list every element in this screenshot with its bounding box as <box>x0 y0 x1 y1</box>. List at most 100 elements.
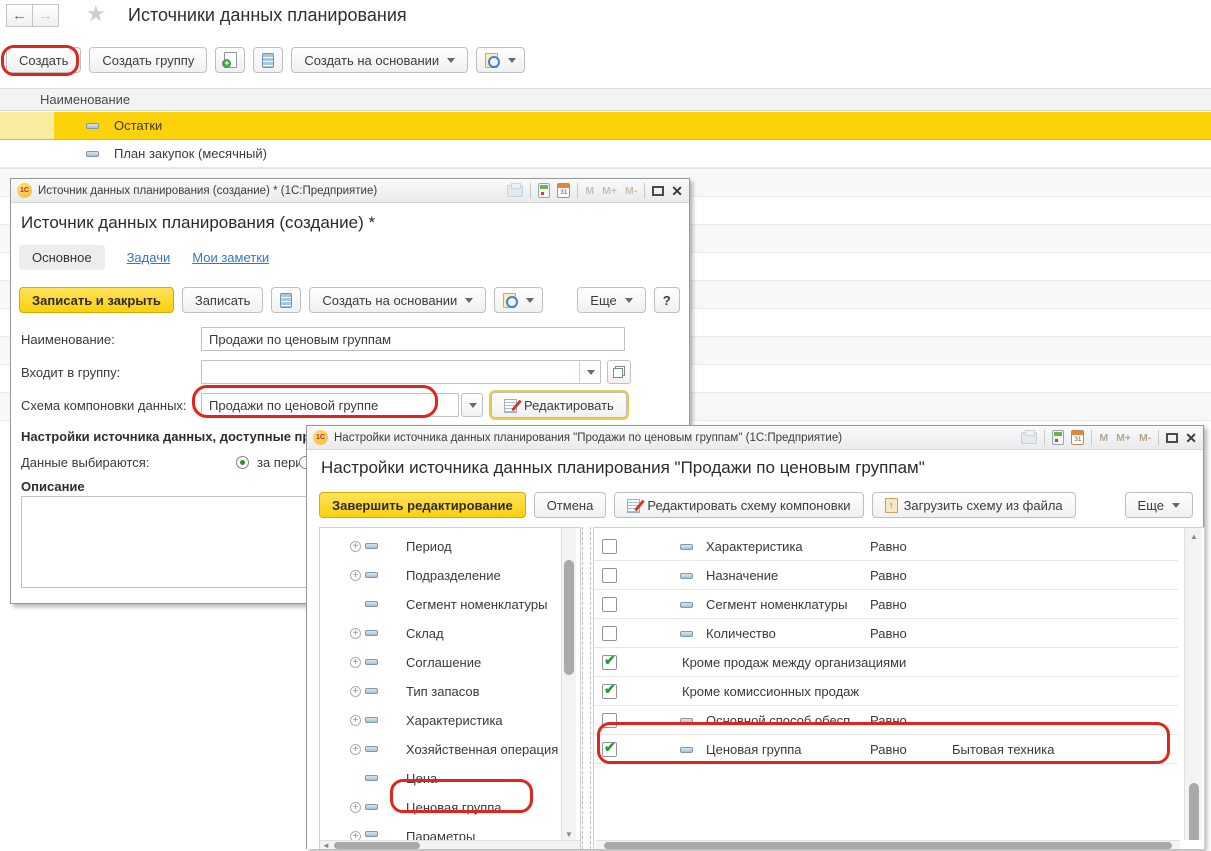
expand-plus-icon[interactable]: + <box>350 570 361 581</box>
condition-checkbox[interactable]: ✔ <box>602 713 617 728</box>
calculator-icon[interactable] <box>538 183 550 198</box>
load-schema-button[interactable]: ↑Загрузить схему из файла <box>872 492 1076 518</box>
tree-horizontal-scrollbar[interactable]: ◄ <box>320 840 580 849</box>
back-button[interactable]: ← <box>6 4 33 27</box>
edit-schema-button[interactable]: Редактировать <box>491 392 627 418</box>
item-dash-icon <box>365 717 378 723</box>
tab-notes[interactable]: Мои заметки <box>192 250 269 265</box>
save-and-close-button[interactable]: Записать и закрыть <box>19 287 174 313</box>
scroll-left-icon[interactable]: ◄ <box>322 841 330 850</box>
tree-item[interactable]: + Характеристика <box>320 706 580 735</box>
maximize-icon[interactable] <box>652 186 664 196</box>
expand-plus-icon[interactable]: + <box>350 715 361 726</box>
save-button[interactable]: Записать <box>182 287 264 313</box>
expand-plus-icon[interactable]: + <box>350 744 361 755</box>
schema-dropdown-button[interactable] <box>461 393 483 417</box>
settings-section-label: Настройки источника данных, доступные пр… <box>21 429 318 444</box>
tree-item[interactable]: + Ценовая группа <box>320 793 580 822</box>
name-input[interactable]: Продажи по ценовым группам <box>201 327 625 351</box>
calendar-icon[interactable]: 31 <box>557 183 570 198</box>
table-row[interactable]: Остатки <box>0 112 1211 140</box>
expand-plus-icon[interactable]: + <box>350 802 361 813</box>
condition-label: Ценовая группа <box>706 742 802 757</box>
expand-plus-icon[interactable]: + <box>350 541 361 552</box>
schema-input[interactable]: Продажи по ценовой группе <box>201 393 459 417</box>
tree-item[interactable]: + Цена <box>320 764 580 793</box>
print-icon[interactable] <box>507 185 523 197</box>
reports-button[interactable] <box>476 47 525 73</box>
tree-item[interactable]: + Сегмент номенклатуры <box>320 590 580 619</box>
tree-item[interactable]: + Период <box>320 532 580 561</box>
expand-plus-icon[interactable]: + <box>350 657 361 668</box>
condition-checkbox[interactable]: ✔ <box>602 568 617 583</box>
panel-splitter[interactable] <box>582 527 591 849</box>
tree-vertical-scrollbar[interactable]: ▼ <box>561 528 576 840</box>
open-group-button[interactable] <box>607 360 631 384</box>
create-group-button[interactable]: Создать группу <box>89 47 207 73</box>
list-stack-icon <box>262 53 274 68</box>
calendar-icon[interactable]: 31 <box>1071 430 1084 445</box>
list-settings-button[interactable] <box>271 287 301 313</box>
condition-row[interactable]: ✔ Кроме продаж между организациями <box>594 648 1178 677</box>
item-dash-icon <box>365 543 378 549</box>
table-header[interactable]: Наименование <box>0 88 1211 111</box>
more-button[interactable]: Еще <box>1125 492 1193 518</box>
finish-editing-button[interactable]: Завершить редактирование <box>319 492 526 518</box>
condition-checkbox[interactable]: ✔ <box>602 655 617 670</box>
scroll-up-icon[interactable]: ▲ <box>1190 532 1198 541</box>
chevron-down-icon <box>1172 503 1180 508</box>
tree-item[interactable]: + Подразделение <box>320 561 580 590</box>
tree-item[interactable]: + Склад <box>320 619 580 648</box>
tree-item-label: Склад <box>406 626 444 641</box>
condition-row[interactable]: ✔ Характеристика Равно <box>594 532 1178 561</box>
tab-main[interactable]: Основное <box>19 245 105 270</box>
condition-checkbox[interactable]: ✔ <box>602 626 617 641</box>
dialog-title: Источник данных планирования (создание) … <box>38 185 377 197</box>
edit-composition-schema-button[interactable]: Редактировать схему компоновки <box>614 492 863 518</box>
condition-row[interactable]: ✔ Назначение Равно <box>594 561 1178 590</box>
maximize-icon[interactable] <box>1166 433 1178 443</box>
expand-plus-icon[interactable]: + <box>350 686 361 697</box>
print-icon[interactable] <box>1021 432 1037 444</box>
create-based-on-button[interactable]: Создать на основании <box>291 47 468 73</box>
condition-checkbox[interactable]: ✔ <box>602 742 617 757</box>
period-radio[interactable] <box>236 456 249 469</box>
expand-plus-icon[interactable]: + <box>350 628 361 639</box>
condition-row[interactable]: ✔ Ценовая группа Равно Бытовая техника <box>594 735 1178 764</box>
group-input[interactable] <box>201 360 601 384</box>
condition-checkbox[interactable]: ✔ <box>602 684 617 699</box>
conditions-vertical-scrollbar[interactable]: ▲ <box>1184 528 1202 840</box>
reports-button[interactable] <box>494 287 543 313</box>
forward-button[interactable]: → <box>32 4 59 27</box>
help-button[interactable]: ? <box>654 287 680 313</box>
favorite-star-icon[interactable]: ★ <box>86 1 106 27</box>
condition-row[interactable]: ✔ Сегмент номенклатуры Равно <box>594 590 1178 619</box>
item-dash-icon <box>365 659 378 665</box>
condition-checkbox[interactable]: ✔ <box>602 539 617 554</box>
close-icon[interactable]: ✕ <box>671 184 683 198</box>
dialog-titlebar[interactable]: 1С Настройки источника данных планирован… <box>307 426 1203 450</box>
new-copy-button[interactable] <box>215 47 245 73</box>
tree-item[interactable]: + Тип запасов <box>320 677 580 706</box>
close-icon[interactable]: ✕ <box>1185 431 1197 445</box>
dialog-titlebar[interactable]: 1С Источник данных планирования (создани… <box>11 179 689 203</box>
1c-logo-icon: 1С <box>17 183 32 198</box>
condition-row[interactable]: ✔ Кроме комиссионных продаж <box>594 677 1178 706</box>
dropdown-button[interactable] <box>579 361 600 383</box>
conditions-horizontal-scrollbar[interactable] <box>596 840 1180 849</box>
condition-row[interactable]: ✔ Основной способ обесп... Равно <box>594 706 1178 735</box>
more-button[interactable]: Еще <box>577 287 645 313</box>
tab-tasks[interactable]: Задачи <box>127 250 171 265</box>
table-row[interactable]: План закупок (месячный) <box>0 140 1211 168</box>
cancel-button[interactable]: Отмена <box>534 492 607 518</box>
tree-item-label: Сегмент номенклатуры <box>406 597 547 612</box>
condition-row[interactable]: ✔ Количество Равно <box>594 619 1178 648</box>
scroll-down-icon[interactable]: ▼ <box>565 830 573 839</box>
list-settings-button[interactable] <box>253 47 283 73</box>
tree-item[interactable]: + Хозяйственная операция <box>320 735 580 764</box>
tree-item[interactable]: + Соглашение <box>320 648 580 677</box>
create-based-on-button[interactable]: Создать на основании <box>309 287 486 313</box>
calculator-icon[interactable] <box>1052 430 1064 445</box>
condition-checkbox[interactable]: ✔ <box>602 597 617 612</box>
create-button[interactable]: Создать <box>6 47 81 73</box>
